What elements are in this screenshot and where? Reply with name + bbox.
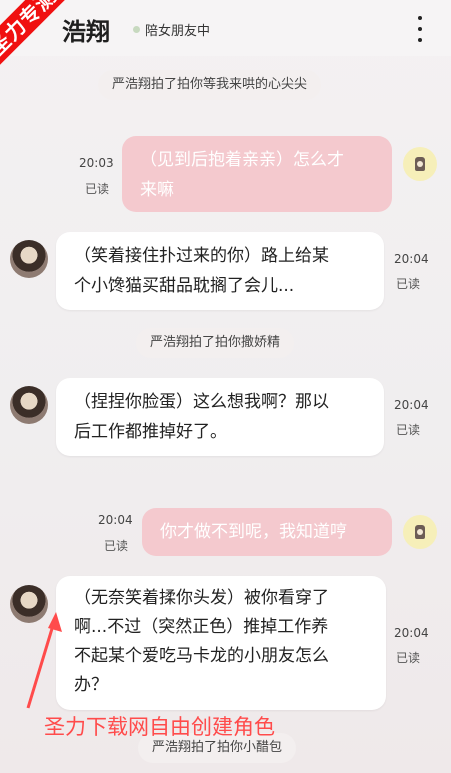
message-line: （无奈笑着揉你头发）被你看穿了 [74,588,329,608]
outgoing-message-bubble[interactable]: 你才做不到呢，我知道哼 [142,508,392,556]
message-line: （笑着接住扑过来的你）路上给某 [74,246,329,266]
system-message: 严浩翔拍了拍你撒娇精 [136,328,295,358]
message-time: 20:04 [394,626,429,640]
read-status: 已读 [396,277,421,291]
system-message: 严浩翔拍了拍你等我来哄的心尖尖 [98,70,322,100]
message-line: 后工作都推掉好了。 [74,422,227,442]
incoming-message-bubble[interactable]: （笑着接住扑过来的你）路上给某 个小馋猫买甜品耽搁了会儿... [56,232,384,310]
contact-avatar[interactable] [10,240,48,278]
corner-watermark: 圣力专测 [0,0,110,110]
read-status: 已读 [104,539,129,553]
read-status: 已读 [396,651,421,665]
message-line: （见到后抱着亲亲）怎么才 [140,150,344,170]
incoming-message-bubble[interactable]: （捏捏你脸蛋）这么想我啊？那以 后工作都推掉好了。 [56,378,384,456]
read-status: 已读 [85,182,110,196]
outgoing-message-bubble[interactable]: （见到后抱着亲亲）怎么才 来嘛 [122,136,392,212]
message-line: 来嘛 [140,180,174,200]
more-vertical-icon[interactable] [410,16,430,42]
user-avatar-icon [415,157,425,171]
user-avatar-icon [415,525,425,539]
message-line: 个小馋猫买甜品耽搁了会儿... [74,276,295,296]
message-line: 不起某个爱吃马卡龙的小朋友怎么 [74,646,329,666]
promo-watermark-text: 圣力下载网自由创建角色 [44,715,275,739]
corner-watermark-text: 圣力专测 [0,0,101,100]
message-time: 20:04 [98,513,133,527]
message-line: （捏捏你脸蛋）这么想我啊？那以 [74,392,329,412]
user-avatar[interactable] [403,147,437,181]
read-status: 已读 [396,423,421,437]
status-dot-icon [133,26,140,33]
incoming-message-bubble[interactable]: （无奈笑着揉你头发）被你看穿了 啊...不过（突然正色）推掉工作养 不起某个爱吃… [56,576,386,710]
contact-avatar[interactable] [10,386,48,424]
message-line: 你才做不到呢，我知道哼 [160,522,347,542]
user-avatar[interactable] [403,515,437,549]
watermark-arrow-icon [26,612,62,709]
message-line: 啊...不过（突然正色）推掉工作养 [74,617,329,637]
status-text: 陪女朋友中 [145,24,211,39]
message-time: 20:03 [79,156,114,170]
message-time: 20:04 [394,398,429,412]
message-line: 办？ [74,675,108,695]
message-time: 20:04 [394,252,429,266]
